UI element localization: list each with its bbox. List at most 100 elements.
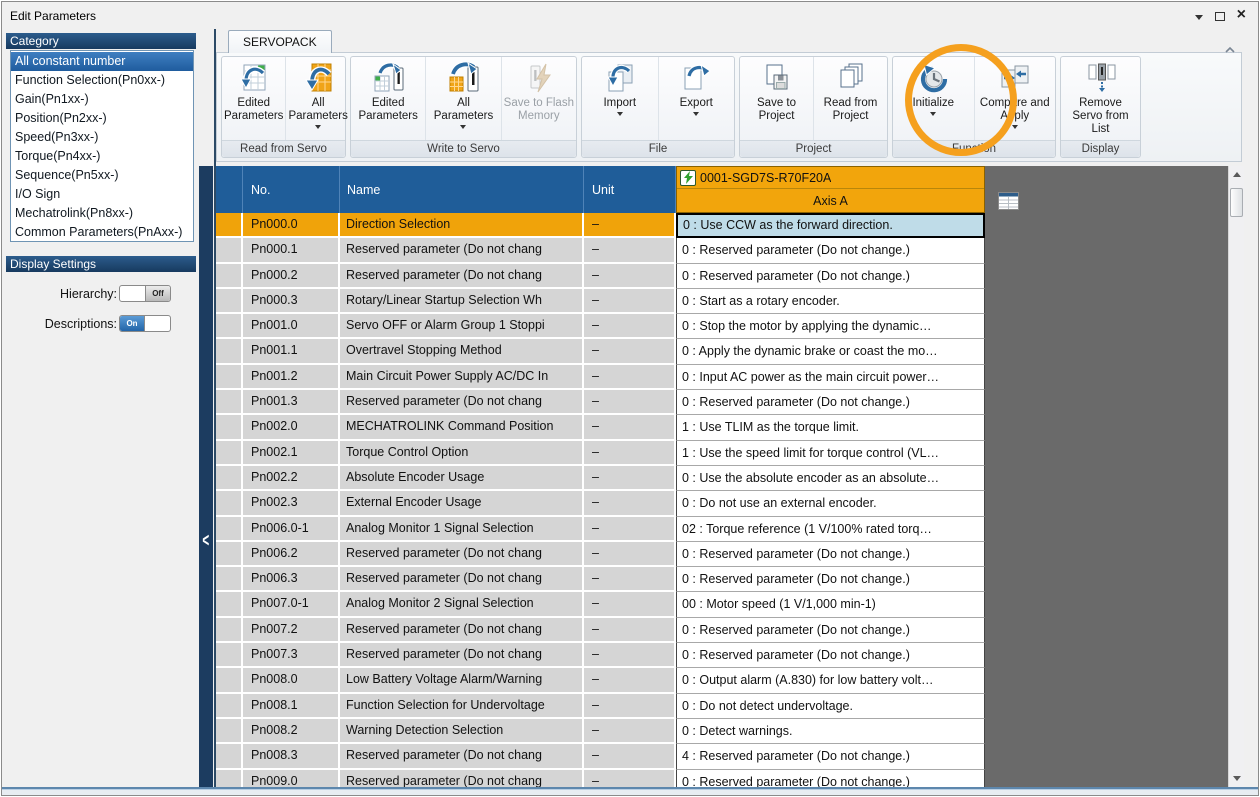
table-row[interactable]: Pn000.3 Rotary/Linear Startup Selection … (216, 289, 985, 314)
table-row[interactable]: Pn001.3 Reserved parameter (Do not chang… (216, 390, 985, 415)
param-value-cell[interactable]: 02 : Torque reference (1 V/100% rated to… (676, 517, 985, 542)
table-row[interactable]: Pn000.2 Reserved parameter (Do not chang… (216, 264, 985, 289)
param-value-cell[interactable]: 0 : Reserved parameter (Do not change.) (676, 238, 985, 263)
row-header-cell[interactable] (216, 264, 243, 289)
table-row[interactable]: Pn002.2 Absolute Encoder Usage – 0 : Use… (216, 466, 985, 491)
close-icon[interactable]: × (1237, 9, 1246, 21)
compare-and-apply-button[interactable]: Compare and Apply (974, 57, 1056, 140)
row-header-cell[interactable] (216, 668, 243, 693)
table-row[interactable]: Pn006.2 Reserved parameter (Do not chang… (216, 542, 985, 567)
table-row[interactable]: Pn000.1 Reserved parameter (Do not chang… (216, 238, 985, 263)
table-row[interactable]: Pn007.3 Reserved parameter (Do not chang… (216, 643, 985, 668)
row-header-cell[interactable] (216, 339, 243, 364)
row-header-cell[interactable] (216, 415, 243, 440)
param-value-cell[interactable]: 0 : Reserved parameter (Do not change.) (676, 542, 985, 567)
initialize-button[interactable]: Initialize (893, 57, 974, 140)
row-header-cell[interactable] (216, 694, 243, 719)
category-item[interactable]: Speed(Pn3xx-) (11, 128, 193, 147)
collapse-chevron-icon[interactable]: < (202, 528, 209, 551)
row-header-cell[interactable] (216, 592, 243, 617)
import-button[interactable]: Import (582, 57, 658, 140)
table-row[interactable]: Pn006.0-1 Analog Monitor 1 Signal Select… (216, 517, 985, 542)
row-header-cell[interactable] (216, 466, 243, 491)
row-header-cell[interactable] (216, 643, 243, 668)
read-edited-parameters-button[interactable]: Edited Parameters (222, 57, 285, 140)
dropdown-arrow-icon[interactable] (315, 125, 321, 129)
scrollbar-thumb[interactable] (1230, 188, 1243, 217)
table-row[interactable]: Pn001.0 Servo OFF or Alarm Group 1 Stopp… (216, 314, 985, 339)
row-header-cell[interactable] (216, 542, 243, 567)
param-value-cell[interactable]: 0 : Reserved parameter (Do not change.) (676, 567, 985, 592)
param-value-cell[interactable]: 0 : Do not detect undervoltage. (676, 694, 985, 719)
row-header-cell[interactable] (216, 567, 243, 592)
param-value-cell[interactable]: 0 : Stop the motor by applying the dynam… (676, 314, 985, 339)
category-item[interactable]: Gain(Pn1xx-) (11, 90, 193, 109)
dropdown-arrow-icon[interactable] (460, 125, 466, 129)
category-item[interactable]: Common Parameters(PnAxx-) (11, 223, 193, 242)
table-row[interactable]: Pn001.2 Main Circuit Power Supply AC/DC … (216, 365, 985, 390)
table-row[interactable]: Pn008.3 Reserved parameter (Do not chang… (216, 744, 985, 769)
category-item[interactable]: Function Selection(Pn0xx-) (11, 71, 193, 90)
param-value-cell[interactable]: 0 : Reserved parameter (Do not change.) (676, 618, 985, 643)
table-row[interactable]: Pn002.3 External Encoder Usage – 0 : Do … (216, 491, 985, 516)
param-value-cell[interactable]: 0 : Use the absolute encoder as an absol… (676, 466, 985, 491)
param-value-cell[interactable]: 4 : Reserved parameter (Do not change.) (676, 744, 985, 769)
save-to-project-button[interactable]: Save to Project (740, 57, 813, 140)
category-item[interactable]: Position(Pn2xx-) (11, 109, 193, 128)
category-item[interactable]: I/O Sign (11, 185, 193, 204)
table-row[interactable]: Pn008.1 Function Selection for Undervolt… (216, 694, 985, 719)
param-value-cell[interactable]: 0 : Reserved parameter (Do not change.) (676, 770, 985, 787)
dropdown-arrow-icon[interactable] (1012, 125, 1018, 129)
read-all-parameters-button[interactable]: All Parameters (285, 57, 349, 140)
table-row[interactable]: Pn000.0 Direction Selection – 0 : Use CC… (216, 213, 985, 238)
remove-servo-from-list-button[interactable]: Remove Servo from List (1061, 57, 1140, 140)
param-value-cell[interactable]: 0 : Reserved parameter (Do not change.) (676, 390, 985, 415)
table-row[interactable]: Pn008.2 Warning Detection Selection – 0 … (216, 719, 985, 744)
table-row[interactable]: Pn008.0 Low Battery Voltage Alarm/Warnin… (216, 668, 985, 693)
tab-servopack[interactable]: SERVOPACK (228, 30, 332, 53)
param-value-cell[interactable]: 0 : Apply the dynamic brake or coast the… (676, 339, 985, 364)
table-row[interactable]: Pn001.1 Overtravel Stopping Method – 0 :… (216, 339, 985, 364)
table-row[interactable]: Pn002.1 Torque Control Option – 1 : Use … (216, 441, 985, 466)
scroll-down-icon[interactable] (1229, 770, 1245, 787)
servo-column-header[interactable]: 0001-SGD7S-R70F20A Axis A (676, 166, 985, 213)
read-from-project-button[interactable]: Read from Project (813, 57, 887, 140)
row-header-cell[interactable] (216, 618, 243, 643)
param-value-cell[interactable]: 1 : Use the speed limit for torque contr… (676, 441, 985, 466)
param-value-cell[interactable]: 1 : Use TLIM as the torque limit. (676, 415, 985, 440)
param-value-cell[interactable]: 0 : Reserved parameter (Do not change.) (676, 264, 985, 289)
table-row[interactable]: Pn007.2 Reserved parameter (Do not chang… (216, 618, 985, 643)
row-header-cell[interactable] (216, 770, 243, 787)
table-row[interactable]: Pn009.0 Reserved parameter (Do not chang… (216, 770, 985, 787)
hierarchy-toggle[interactable]: Off (119, 285, 171, 302)
window-menu-arrow-icon[interactable] (1195, 15, 1203, 20)
param-value-cell[interactable]: 00 : Motor speed (1 V/1,000 min-1) (676, 592, 985, 617)
category-item[interactable]: Sequence(Pn5xx-) (11, 166, 193, 185)
dropdown-arrow-icon[interactable] (930, 112, 936, 116)
table-row[interactable]: Pn002.0 MECHATROLINK Command Position – … (216, 415, 985, 440)
row-header-cell[interactable] (216, 390, 243, 415)
param-value-cell[interactable]: 0 : Reserved parameter (Do not change.) (676, 643, 985, 668)
param-value-cell[interactable]: 0 : Output alarm (A.830) for low battery… (676, 668, 985, 693)
category-item[interactable]: Torque(Pn4xx-) (11, 147, 193, 166)
row-header-cell[interactable] (216, 441, 243, 466)
row-header-cell[interactable] (216, 365, 243, 390)
dropdown-arrow-icon[interactable] (617, 112, 623, 116)
row-header-cell[interactable] (216, 213, 243, 238)
param-value-cell[interactable]: 0 : Detect warnings. (676, 719, 985, 744)
param-value-cell[interactable]: 0 : Start as a rotary encoder. (676, 289, 985, 314)
descriptions-toggle[interactable]: On (119, 315, 171, 332)
row-header-cell[interactable] (216, 491, 243, 516)
param-value-cell[interactable]: 0 : Do not use an external encoder. (676, 491, 985, 516)
row-header-cell[interactable] (216, 238, 243, 263)
table-row[interactable]: Pn007.0-1 Analog Monitor 2 Signal Select… (216, 592, 985, 617)
export-button[interactable]: Export (658, 57, 735, 140)
param-value-cell[interactable]: 0 : Use CCW as the forward direction. (676, 213, 985, 238)
write-all-parameters-button[interactable]: All Parameters (425, 57, 500, 140)
table-row[interactable]: Pn006.3 Reserved parameter (Do not chang… (216, 567, 985, 592)
scroll-up-icon[interactable] (1229, 166, 1245, 183)
maximize-icon[interactable] (1215, 12, 1225, 21)
param-value-cell[interactable]: 0 : Input AC power as the main circuit p… (676, 365, 985, 390)
ribbon-collapse-icon[interactable] (1224, 43, 1236, 57)
dropdown-arrow-icon[interactable] (693, 112, 699, 116)
